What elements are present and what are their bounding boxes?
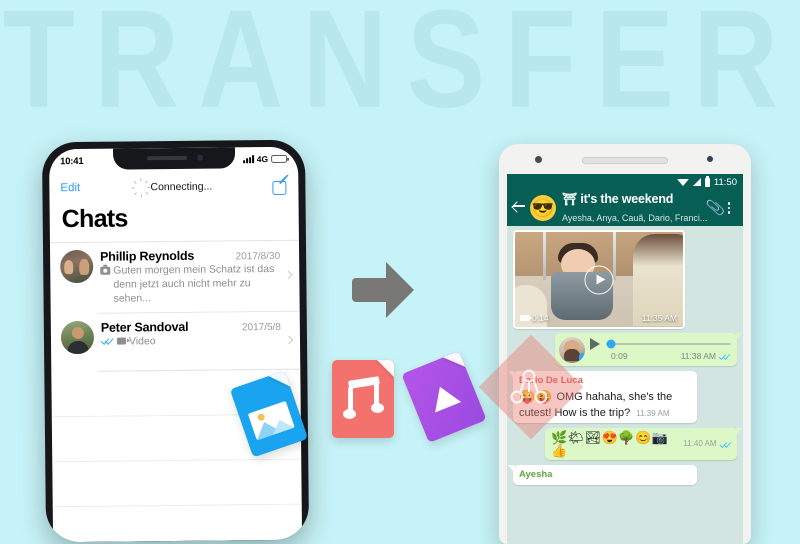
chat-preview-text: Video [128,334,156,348]
read-receipt-icon [718,352,731,361]
microphone-icon [579,353,585,363]
battery-icon [271,154,288,163]
page-fold-corner [377,360,394,377]
voice-duration-label: 0:09 [611,350,628,361]
page-fold-corner [443,351,466,374]
video-icon [116,337,127,345]
message-bubble-emoji[interactable]: 🌿🌤🏞😍🌳😊📷👍 11:40 AM [545,428,742,461]
ios-nav-bar: Edit Connecting... [49,171,298,204]
camera-icon [100,266,111,275]
ios-status-time: 10:41 [60,155,84,167]
earpiece-speaker-icon [582,157,668,164]
message-list: 0:14 11:35 AM 0:09 11:38 AM Dario De Luc… [507,226,743,544]
chat-preview-text: Guten morgen mein Schatz ist das denn je… [113,262,275,305]
iphone-notch [112,147,235,170]
music-file-icon [332,360,394,438]
proximity-sensor-icon [707,156,713,162]
group-emoji: ⛩ [562,192,578,206]
android-device: 11:50 😎 ⛩ it's the weekend Ayesha, Anya,… [499,144,751,544]
page-title: Chats [61,204,128,234]
loading-spinner-icon [131,177,151,197]
voice-meta: 0:09 11:38 AM [590,351,731,362]
cellular-signal-icon [242,155,254,164]
message-bubble-video[interactable]: 0:14 11:35 AM [513,230,685,329]
avatar [60,320,95,354]
network-type-label: 4G [256,154,269,165]
message-sender: Ayesha [519,469,553,481]
list-item[interactable] [52,504,303,543]
message-sender: Dario De Luca [519,375,583,386]
video-camera-icon [520,314,533,322]
play-icon[interactable] [590,337,600,350]
video-file-icon [401,351,487,443]
chat-date: 2017/8/30 [235,250,281,263]
signal-icon [692,178,701,186]
avatar [559,337,585,363]
chat-preview: Video [100,333,281,349]
photo-glyph [247,400,295,441]
message-bubble-voice[interactable]: 0:09 11:38 AM [555,333,742,366]
read-receipt-icon [100,335,114,345]
table-row[interactable]: Phillip Reynolds 2017/8/30 Guten morgen … [50,241,300,314]
voice-progress-handle [606,339,616,349]
message-timestamp: 11:39 AM [636,408,670,418]
chat-header: 😎 ⛩ it's the weekend Ayesha, Anya, Cauã,… [507,190,743,226]
battery-icon [704,175,710,187]
background-watermark-text: TRANSFER [2,0,798,138]
message-text: 😜😝 OMG hahaha, she's the cutest! How is … [519,388,691,420]
music-note-glyph [343,376,384,419]
front-camera-icon [196,154,203,161]
connection-status: Connecting... [49,177,298,197]
group-name-label: it's the weekend [580,192,674,206]
message-emoji: 🌿🌤🏞😍🌳😊📷👍 [551,430,669,459]
group-members-label: Ayesha, Anya, Cauã, Dario, Franci... [562,213,708,223]
message-emoji: 😜😝 [519,389,554,405]
compose-icon[interactable] [272,175,288,195]
chat-date: 2017/5/8 [241,321,281,333]
voice-player[interactable]: 0:09 11:38 AM [590,337,731,362]
table-row[interactable]: Peter Sandoval 2017/5/8 Video [51,311,301,372]
message-timestamp: 11:40 AM [683,438,717,448]
wifi-icon [676,178,689,186]
chat-header-text[interactable]: ⛩ it's the weekend Ayesha, Anya, Cauã, D… [562,190,708,226]
android-status-bar: 11:50 [507,174,743,190]
group-title: ⛩ it's the weekend [562,192,673,206]
connection-status-label: Connecting... [150,180,213,194]
paperclip-icon[interactable]: 📎 [705,198,725,218]
earpiece-speaker-icon [146,155,187,161]
play-triangle-glyph [426,381,462,413]
message-timestamp: 11:35 AM [641,313,677,323]
chat-preview: Guten morgen mein Schatz ist das denn je… [100,263,280,306]
iphone-screen: 10:41 4G Edit Connecting... Chats Philli… [48,146,303,543]
transfer-arrow-icon [352,262,414,318]
avatar[interactable]: 😎 [530,195,556,221]
message-timestamp: 11:38 AM [680,350,716,361]
contact-name: Peter Sandoval [100,319,189,335]
chat-row-body: Phillip Reynolds 2017/8/30 Guten morgen … [100,248,291,307]
ios-status-indicators: 4G [242,154,288,165]
message-bubble-text[interactable]: Dario De Luca 😜😝 OMG hahaha, she's the c… [508,371,697,424]
video-duration-label: 0:14 [532,313,549,323]
front-camera-icon [535,156,542,163]
voice-progress-slider[interactable] [606,339,731,349]
video-duration: 0:14 [520,313,549,323]
video-thumbnail: 0:14 11:35 AM [515,232,683,327]
back-arrow-icon[interactable] [512,201,526,215]
message-bubble-text[interactable]: Ayesha [508,465,697,486]
avatar [60,249,94,284]
android-bezel-top [499,144,751,174]
android-status-time: 11:50 [713,176,737,188]
read-receipt-icon [719,439,732,448]
android-screen: 11:50 😎 ⛩ it's the weekend Ayesha, Anya,… [507,174,743,544]
play-icon[interactable] [584,265,614,294]
iphone-device: 10:41 4G Edit Connecting... Chats Philli… [41,139,310,543]
contact-name: Phillip Reynolds [100,248,195,264]
chat-row-body: Peter Sandoval 2017/5/8 Video [100,318,291,349]
